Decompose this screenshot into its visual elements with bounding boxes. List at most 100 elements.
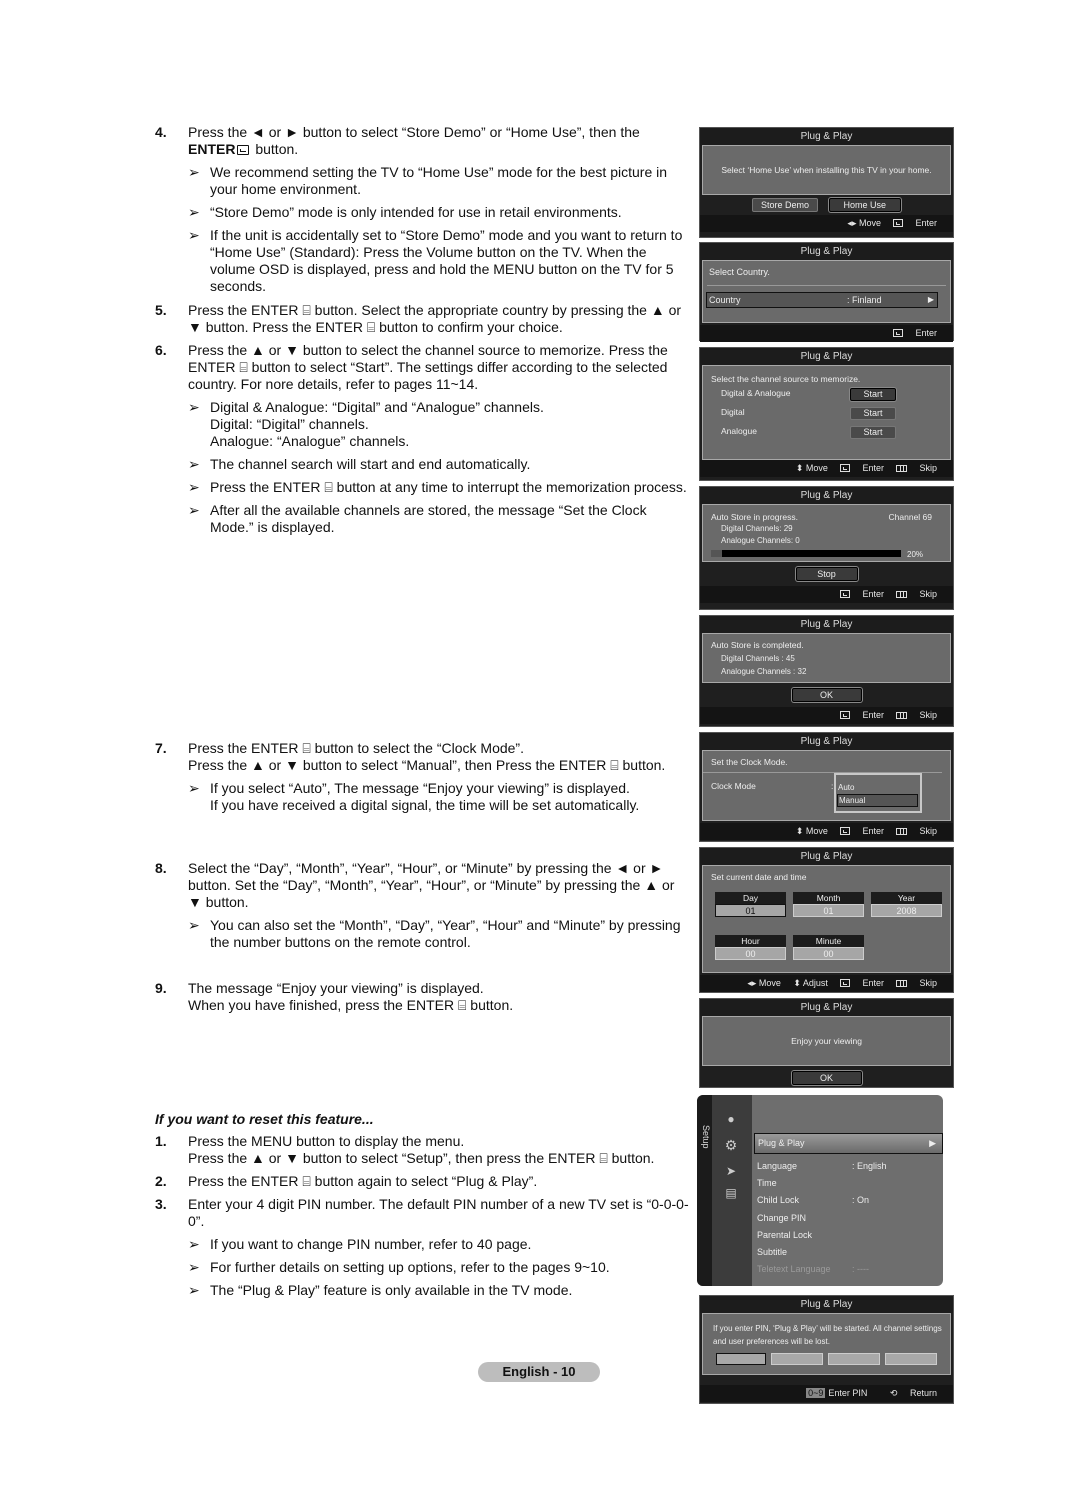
pin-digit-3[interactable] — [828, 1353, 880, 1365]
enter-icon — [237, 145, 250, 155]
application-icon[interactable]: ▤ — [724, 1187, 738, 1199]
pin-digit-2[interactable] — [771, 1353, 823, 1365]
note: ➢ If you select “Auto”, The message “Enjo… — [188, 780, 640, 813]
note: ➢ The “Plug & Play” feature is only avail… — [188, 1282, 573, 1298]
osd-title: Plug & Play — [700, 999, 953, 1016]
option-manual[interactable]: Manual — [837, 794, 918, 807]
sound-icon[interactable]: ● — [724, 1113, 738, 1125]
skip-hint: Skip — [896, 826, 937, 836]
arrow-bullet-icon: ➢ — [188, 204, 200, 220]
osd-date-time: Plug & Play Set current date and time Da… — [699, 847, 954, 993]
menu-item-change-pin[interactable]: Change PIN — [757, 1210, 943, 1227]
skip-icon — [896, 828, 908, 835]
osd-message: Select ‘Home Use’ when installing this T… — [702, 145, 951, 195]
note: ➢ You can also set the “Month”, “Day”, “Y… — [188, 917, 681, 950]
clock-mode-dropdown[interactable]: Auto Manual — [834, 773, 922, 813]
arrow-bullet-icon: ➢ — [188, 780, 200, 796]
minute-field[interactable]: Minute 00 — [793, 935, 864, 960]
menu-item-subtitle[interactable]: Subtitle — [757, 1244, 943, 1261]
note: ➢ If the unit is accidentally set to “Sto… — [188, 227, 683, 294]
digital-count: Digital Channels : 45 — [721, 654, 795, 663]
analogue-count: Analogue Channels: 0 — [721, 536, 800, 545]
month-field[interactable]: Month 01 — [793, 892, 864, 917]
skip-hint: Skip — [896, 463, 937, 473]
osd-title: Plug & Play — [700, 487, 953, 504]
hour-field[interactable]: Hour 00 — [715, 935, 786, 960]
menu-item-plug-and-play[interactable]: Plug & Play ▶ — [754, 1133, 943, 1154]
analogue-count: Analogue Channels : 32 — [721, 667, 807, 676]
osd-message: Auto Store in progress. — [711, 512, 798, 522]
arrow-bullet-icon: ➢ — [188, 227, 200, 243]
pin-digit-1[interactable] — [716, 1353, 766, 1365]
note: ➢ Press the ENTER ⌸ button at any time to… — [188, 479, 687, 495]
osd-title: Plug & Play — [700, 1296, 953, 1313]
country-value: : Finland — [847, 295, 882, 305]
store-demo-button[interactable]: Store Demo — [751, 198, 818, 212]
skip-hint: Skip — [896, 978, 937, 988]
enter-hint: Enter — [840, 589, 884, 599]
option-auto[interactable]: Auto — [836, 775, 920, 792]
start-button[interactable]: Start — [850, 407, 896, 420]
menu-item-parental-lock[interactable]: Parental Lock — [757, 1227, 943, 1244]
note: ➢ After all the available channels are st… — [188, 502, 647, 535]
enter-icon — [840, 590, 851, 598]
start-button[interactable]: Start — [850, 388, 896, 401]
osd-message: If you enter PIN, ‘Plug & Play’ will be … — [713, 1324, 942, 1346]
setup-tab-label: Setup — [701, 1125, 711, 1149]
osd-footer: ◂▸ Move Enter — [700, 215, 953, 232]
step-number: 9. — [155, 980, 167, 996]
home-use-button[interactable]: Home Use — [828, 198, 902, 212]
arrow-bullet-icon: ➢ — [188, 399, 200, 415]
ok-button[interactable]: OK — [791, 1071, 862, 1085]
pin-digit-4[interactable] — [885, 1353, 937, 1365]
enter-hint: Enter — [840, 710, 884, 720]
enter-icon — [893, 329, 904, 337]
year-field[interactable]: Year 2008 — [871, 892, 942, 917]
setup-tab[interactable]: Setup — [697, 1095, 712, 1286]
skip-icon — [896, 465, 908, 472]
step-4-text: Press the ◄ or ► button to select “Store… — [188, 124, 640, 157]
note: ➢ We recommend setting the TV to “Home Us… — [188, 164, 668, 197]
osd-title: Plug & Play — [700, 848, 953, 865]
move-hint: ◂▸ Move — [747, 978, 781, 988]
progress-bar — [711, 550, 901, 557]
arrow-right-icon: ▶ — [927, 295, 934, 304]
osd-title: Plug & Play — [700, 733, 953, 750]
menu-item-language[interactable]: Language: English — [757, 1158, 943, 1175]
note: ➢ Digital & Analogue: “Digital” and “Anal… — [188, 399, 544, 449]
skip-hint: Skip — [896, 589, 937, 599]
hour-value: 00 — [715, 947, 786, 960]
step-number: 4. — [155, 124, 167, 140]
return-icon: ⟲ — [889, 1388, 898, 1398]
osd-title: Plug & Play — [700, 616, 953, 633]
enter-hint: Enter — [893, 328, 937, 338]
page-number-badge: English - 10 — [478, 1362, 600, 1382]
gear-icon[interactable]: ⚙ — [724, 1138, 738, 1152]
step-6: 6. Press the ▲ or ▼ button to select the… — [155, 342, 690, 536]
skip-icon — [896, 712, 908, 719]
skip-hint: Skip — [896, 710, 937, 720]
osd-enjoy-viewing: Plug & Play Enjoy your viewing OK — [699, 998, 954, 1088]
osd-auto-store-completed: Plug & Play Auto Store is completed. Dig… — [699, 615, 954, 727]
menu-item-time[interactable]: Time — [757, 1175, 943, 1192]
menu-item-child-lock[interactable]: Child Lock: On — [757, 1192, 943, 1209]
osd-message: Set current date and time — [711, 872, 807, 882]
osd-clock-mode: Plug & Play Set the Clock Mode. Clock Mo… — [699, 732, 954, 842]
step-number: 7. — [155, 740, 167, 756]
step-7: 7. Press the ENTER ⌸ button to select th… — [155, 740, 690, 814]
input-icon[interactable]: ➤ — [724, 1165, 738, 1177]
step-8: 8. Select the “Day”, “Month”, “Year”, “H… — [155, 860, 690, 951]
reset-step-1: 1. Press the MENU button to display the … — [155, 1133, 655, 1166]
day-field[interactable]: Day 01 — [715, 892, 786, 917]
clock-mode-label: Clock Mode — [711, 781, 756, 791]
month-value: 01 — [793, 904, 864, 917]
note: ➢ “Store Demo” mode is only intended for … — [188, 204, 622, 220]
ok-button[interactable]: OK — [791, 688, 862, 702]
start-button[interactable]: Start — [850, 426, 896, 439]
step-8-text: Select the “Day”, “Month”, “Year”, “Hour… — [188, 860, 675, 910]
stop-button[interactable]: Stop — [795, 567, 858, 581]
country-selector[interactable]: Country : Finland ▶ — [706, 292, 938, 308]
menu-item-teletext-language: Teletext Language: ---- — [757, 1264, 869, 1275]
pin-input[interactable] — [716, 1353, 937, 1369]
osd-message: Select Country. — [707, 261, 946, 286]
